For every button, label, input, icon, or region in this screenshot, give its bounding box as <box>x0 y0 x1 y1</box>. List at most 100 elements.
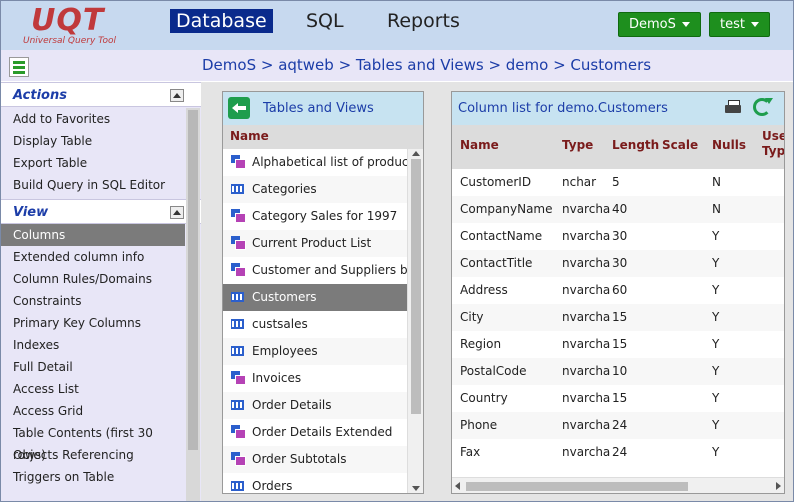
sidebar-scrollbar[interactable] <box>186 108 200 501</box>
collapse-up-icon[interactable] <box>170 89 184 102</box>
connection-dropdown-button[interactable]: DemoS <box>618 12 701 37</box>
view-icon <box>231 371 246 385</box>
scroll-up-icon[interactable] <box>412 151 420 156</box>
view-item-indexes[interactable]: Indexes <box>1 334 185 356</box>
cell-nulls: Y <box>712 283 720 297</box>
scrollbar-thumb[interactable] <box>411 159 421 414</box>
table-row[interactable]: ContactTitle nvarchar 30 Y <box>452 250 784 277</box>
scrollbar-thumb[interactable] <box>188 110 198 450</box>
action-build-query[interactable]: Build Query in SQL Editor <box>1 174 185 196</box>
table-list-item-label: Alphabetical list of products <box>252 155 407 169</box>
tables-column-header[interactable]: Name <box>223 125 423 149</box>
header-user-type[interactable]: User Type <box>762 129 784 159</box>
table-list-item-label: Order Details <box>252 398 332 412</box>
table-list-item[interactable]: Customer and Suppliers by City <box>223 257 407 284</box>
scrollbar-thumb[interactable] <box>466 482 688 491</box>
scroll-down-icon[interactable] <box>412 486 420 491</box>
breadcrumb[interactable]: DemoS > aqtweb > Tables and Views > demo… <box>202 56 651 74</box>
menu-sql[interactable]: SQL <box>300 9 350 33</box>
header-nulls[interactable]: Nulls <box>712 138 746 152</box>
action-export-table[interactable]: Export Table <box>1 152 185 174</box>
actions-section-header[interactable]: Actions <box>1 82 201 107</box>
table-list-item[interactable]: Orders <box>223 473 407 493</box>
cell-nulls: N <box>712 202 721 216</box>
table-row[interactable]: CompanyName nvarchar 40 N <box>452 196 784 223</box>
top-header: UQT Universal Query Tool Database SQL Re… <box>1 1 793 50</box>
table-icon <box>231 346 244 356</box>
table-list-item-label: Orders <box>252 479 293 493</box>
collapse-up-icon[interactable] <box>170 206 184 219</box>
table-row[interactable]: Fax nvarchar 24 Y <box>452 439 784 466</box>
view-item-access-list[interactable]: Access List <box>1 378 185 400</box>
view-icon <box>231 209 246 223</box>
table-list-item[interactable]: Order Subtotals <box>223 446 407 473</box>
view-item-triggers-on-table[interactable]: Triggers on Table <box>1 466 185 488</box>
table-list-item[interactable]: Invoices <box>223 365 407 392</box>
view-item-table-contents[interactable]: Table Contents (first 30 rows) <box>1 422 185 462</box>
table-row[interactable]: PostalCode nvarchar 10 Y <box>452 358 784 385</box>
table-row[interactable]: Region nvarchar 15 Y <box>452 331 784 358</box>
table-icon <box>231 319 244 329</box>
table-row[interactable]: ContactName nvarchar 30 Y <box>452 223 784 250</box>
tables-scrollbar[interactable] <box>407 149 423 493</box>
view-item-full-detail[interactable]: Full Detail <box>1 356 185 378</box>
table-list-item[interactable]: Order Details <box>223 392 407 419</box>
table-list-item[interactable]: Order Details Extended <box>223 419 407 446</box>
table-list-item-label: Category Sales for 1997 <box>252 209 398 223</box>
cell-nulls: Y <box>712 229 720 243</box>
cell-type: nvarchar <box>562 202 610 216</box>
menu-reports[interactable]: Reports <box>381 9 466 33</box>
cell-length: 24 <box>612 418 628 432</box>
cell-type: nvarchar <box>562 391 610 405</box>
view-item-columns[interactable]: Columns <box>1 224 185 246</box>
print-icon[interactable] <box>725 100 741 115</box>
chevron-down-icon <box>750 22 759 27</box>
cell-name: Fax <box>460 445 481 459</box>
table-row[interactable]: Country nvarchar 15 Y <box>452 385 784 412</box>
view-item-constraints[interactable]: Constraints <box>1 290 185 312</box>
cell-type: nvarchar <box>562 283 610 297</box>
cell-type: nvarchar <box>562 310 610 324</box>
action-add-to-favorites[interactable]: Add to Favorites <box>1 108 185 130</box>
cell-nulls: Y <box>712 418 720 432</box>
header-name[interactable]: Name <box>460 138 499 152</box>
table-row[interactable]: Address nvarchar 60 Y <box>452 277 784 304</box>
table-row[interactable]: City nvarchar 15 Y <box>452 304 784 331</box>
cell-type: nvarchar <box>562 229 610 243</box>
menu-database[interactable]: Database <box>170 9 273 33</box>
back-arrow-icon[interactable] <box>228 97 250 119</box>
table-list-item-label: Invoices <box>252 371 302 385</box>
header-type[interactable]: Type <box>562 138 593 152</box>
header-scale[interactable]: Scale <box>662 138 698 152</box>
cell-length: 30 <box>612 256 628 270</box>
table-list-item[interactable]: custsales <box>223 311 407 338</box>
header-length[interactable]: Length <box>612 138 659 152</box>
table-list-item[interactable]: Category Sales for 1997 <box>223 203 407 230</box>
view-item-objects-referencing[interactable]: Objects Referencing <box>1 444 185 466</box>
scroll-right-icon[interactable] <box>776 482 781 490</box>
table-row[interactable]: Phone nvarchar 24 Y <box>452 412 784 439</box>
cell-length: 15 <box>612 337 628 351</box>
cell-name: City <box>460 310 484 324</box>
view-item-column-rules[interactable]: Column Rules/Domains <box>1 268 185 290</box>
table-row[interactable]: CustomerID nchar 5 N <box>452 169 784 196</box>
user-dropdown-button[interactable]: test <box>709 12 770 37</box>
view-section-header[interactable]: View <box>1 199 201 224</box>
hamburger-menu-icon[interactable] <box>9 57 29 77</box>
table-list-item-label: Categories <box>252 182 317 196</box>
table-list-item[interactable]: Categories <box>223 176 407 203</box>
table-list-item[interactable]: Employees <box>223 338 407 365</box>
view-item-access-grid[interactable]: Access Grid <box>1 400 185 422</box>
refresh-icon[interactable] <box>753 98 773 116</box>
view-item-primary-key-columns[interactable]: Primary Key Columns <box>1 312 185 334</box>
table-list-item[interactable]: Current Product List <box>223 230 407 257</box>
table-list-item[interactable]: Customers <box>223 284 407 311</box>
columns-horizontal-scrollbar[interactable] <box>452 477 784 493</box>
cell-nulls: Y <box>712 391 720 405</box>
connection-label: DemoS <box>629 17 676 32</box>
action-display-table[interactable]: Display Table <box>1 130 185 152</box>
scroll-left-icon[interactable] <box>455 482 460 490</box>
view-item-extended-column-info[interactable]: Extended column info <box>1 246 185 268</box>
table-list-item[interactable]: Alphabetical list of products <box>223 149 407 176</box>
tables-list: Alphabetical list of products Categories C… <box>223 149 407 493</box>
